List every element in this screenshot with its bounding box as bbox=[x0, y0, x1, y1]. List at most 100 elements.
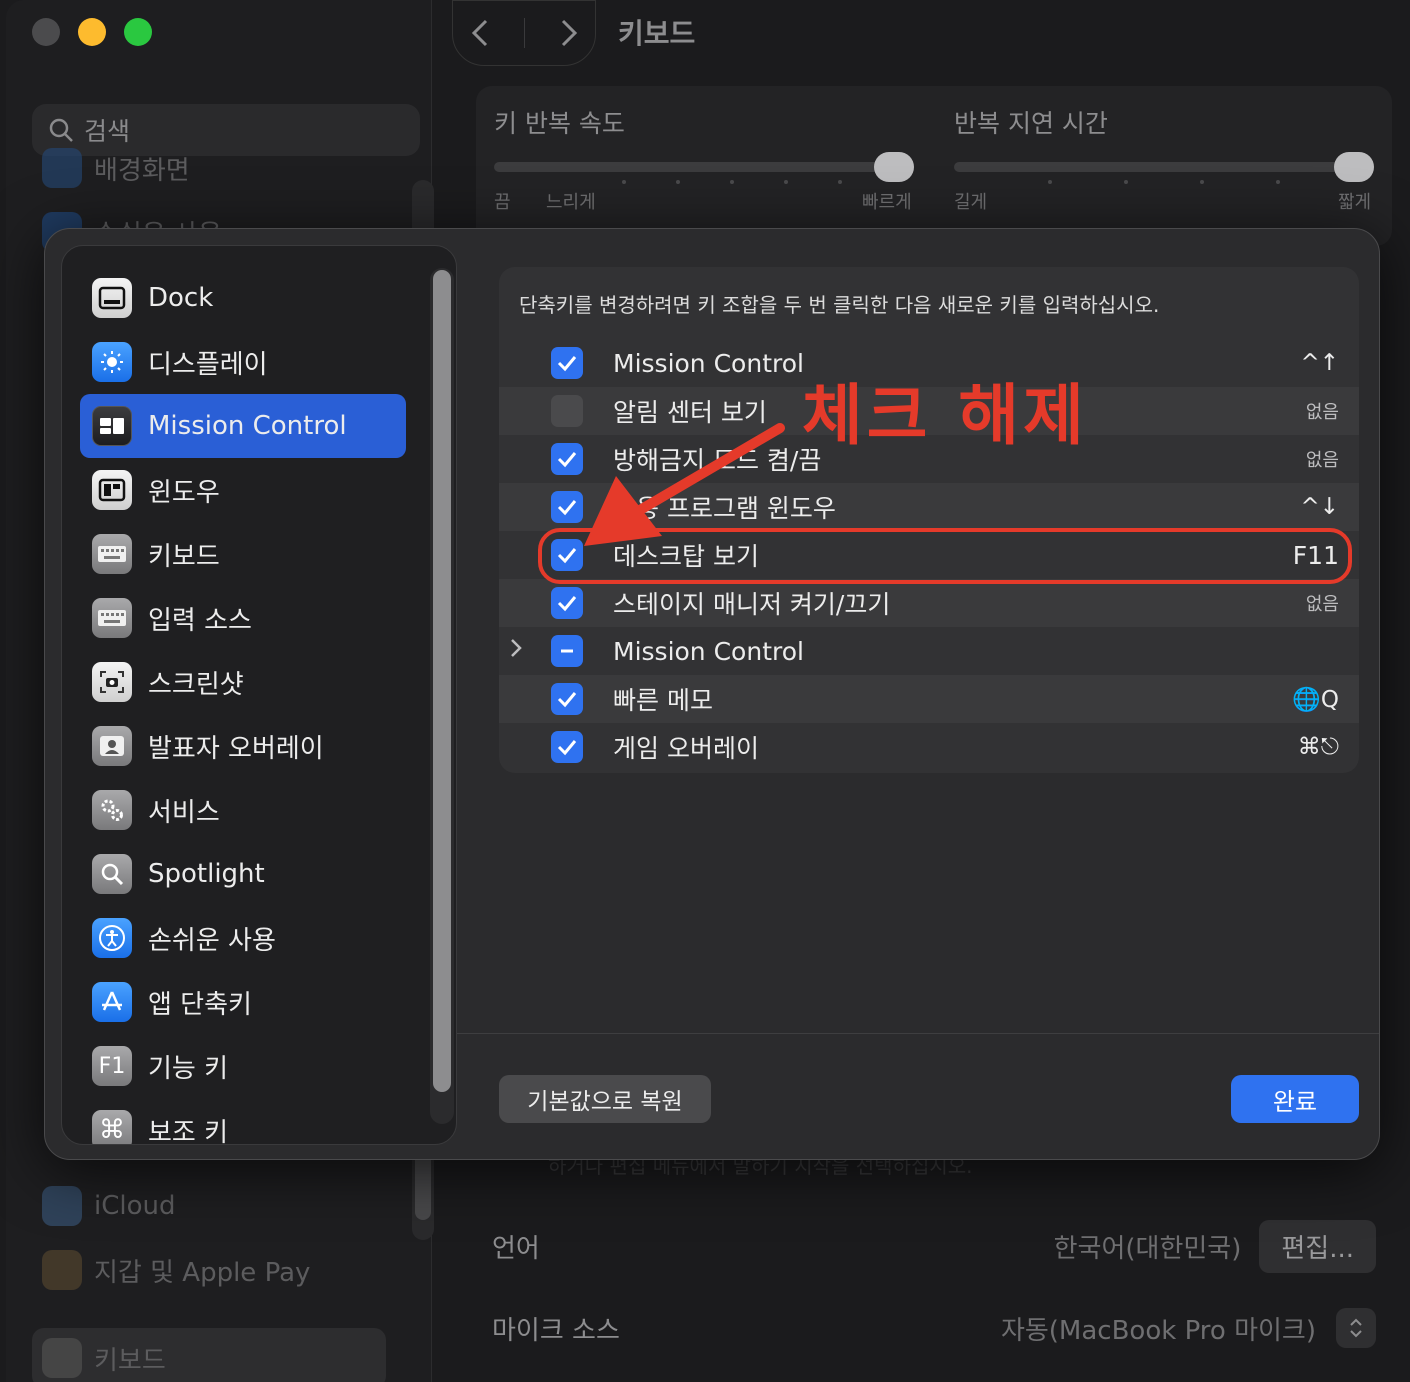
disclosure-chevron-icon[interactable] bbox=[509, 637, 523, 665]
table-row-show-desktop[interactable]: 데스크탑 보기 F11 bbox=[499, 531, 1359, 579]
category-input-sources[interactable]: 입력 소스 bbox=[80, 586, 406, 650]
key-repeat-card: 키 반복 속도 끔 느리게 빠르게 반복 지연 시간 길게 짧게 bbox=[476, 86, 1392, 246]
command-glyph: ⌘ bbox=[99, 1115, 125, 1145]
keyboard-icon bbox=[92, 534, 132, 574]
category-label: 보조 키 bbox=[148, 1117, 229, 1145]
slider-cap-slow: 느리게 bbox=[546, 192, 596, 213]
table-row[interactable]: 응용 프로그램 윈도우 ^↓ bbox=[499, 483, 1359, 531]
shortcut-key[interactable]: 없음 bbox=[1306, 590, 1339, 616]
language-value: 한국어(대한민국) bbox=[1053, 1233, 1242, 1264]
table-row[interactable]: 빠른 메모 🌐Q bbox=[499, 675, 1359, 723]
function-keys-icon: F1 bbox=[92, 1046, 132, 1086]
category-label: 스크린샷 bbox=[148, 669, 244, 700]
shortcut-key[interactable]: 없음 bbox=[1306, 446, 1339, 472]
category-label: 발표자 오버레이 bbox=[148, 733, 324, 764]
shortcut-key[interactable]: ^↑ bbox=[1300, 350, 1339, 376]
screenshot-icon bbox=[92, 662, 132, 702]
category-keyboard[interactable]: 키보드 bbox=[80, 522, 406, 586]
sidebar-item-wallpaper[interactable]: 배경화면 bbox=[42, 148, 190, 188]
category-accessibility[interactable]: 손쉬운 사용 bbox=[80, 906, 406, 970]
category-display[interactable]: 디스플레이 bbox=[80, 330, 406, 394]
shortcut-key[interactable]: F11 bbox=[1293, 541, 1339, 570]
sidebar-item-label: 키보드 bbox=[94, 1345, 166, 1376]
keyboard-icon bbox=[42, 1338, 82, 1378]
zoom-window-button[interactable] bbox=[124, 18, 152, 46]
checkmark-icon bbox=[557, 452, 577, 468]
mic-source-popup-button[interactable] bbox=[1336, 1308, 1376, 1348]
slider-cap-long: 길게 bbox=[954, 192, 988, 213]
restore-defaults-button[interactable]: 기본값으로 복원 bbox=[499, 1075, 711, 1123]
category-function-keys[interactable]: F1 기능 키 bbox=[80, 1034, 406, 1098]
dock-icon bbox=[92, 278, 132, 318]
shortcut-label: 응용 프로그램 윈도우 bbox=[613, 494, 836, 523]
scrollbar-thumb[interactable] bbox=[433, 270, 451, 1092]
category-modifier-keys[interactable]: ⌘ 보조 키 bbox=[80, 1098, 406, 1145]
repeat-delay-slider[interactable] bbox=[954, 162, 1372, 172]
checkmark-icon bbox=[557, 740, 577, 756]
category-screenshots[interactable]: 스크린샷 bbox=[80, 650, 406, 714]
checkbox-application-windows[interactable] bbox=[551, 491, 583, 523]
repeat-rate-knob[interactable] bbox=[874, 152, 914, 182]
checkbox-stage-manager[interactable] bbox=[551, 587, 583, 619]
checkbox-do-not-disturb[interactable] bbox=[551, 443, 583, 475]
shortcut-key[interactable]: ⌘⎋ bbox=[1298, 734, 1339, 760]
gear-icon bbox=[92, 790, 132, 830]
category-app-shortcuts[interactable]: 앱 단축키 bbox=[80, 970, 406, 1034]
checkmark-icon bbox=[557, 356, 577, 372]
keyboard-shortcuts-sheet: Dock 디스플레이 Mission Control 윈도우 키보드 입력 소스… bbox=[44, 228, 1380, 1160]
category-spotlight[interactable]: Spotlight bbox=[80, 842, 406, 906]
category-mission-control[interactable]: Mission Control bbox=[80, 394, 406, 458]
wallet-icon bbox=[42, 1250, 82, 1290]
category-dock[interactable]: Dock bbox=[80, 266, 406, 330]
table-row[interactable]: 게임 오버레이 ⌘⎋ bbox=[499, 723, 1359, 771]
checkmark-icon bbox=[557, 692, 577, 708]
back-chevron-icon[interactable] bbox=[469, 18, 493, 48]
search-icon bbox=[49, 118, 73, 142]
checkbox-notification-center[interactable] bbox=[551, 395, 583, 427]
table-row[interactable]: 스테이지 매니저 켜기/끄기 없음 bbox=[499, 579, 1359, 627]
presenter-overlay-icon bbox=[92, 726, 132, 766]
repeat-delay-knob[interactable] bbox=[1334, 152, 1374, 182]
category-scrollbar[interactable] bbox=[430, 268, 454, 1124]
checkbox-show-desktop[interactable] bbox=[551, 539, 583, 571]
category-label: 키보드 bbox=[148, 541, 220, 572]
sidebar-item-icloud[interactable]: iCloud bbox=[42, 1186, 176, 1226]
category-presenter-overlay[interactable]: 발표자 오버레이 bbox=[80, 714, 406, 778]
shortcut-key[interactable]: 없음 bbox=[1306, 398, 1339, 424]
slider-cap-short: 짧게 bbox=[1338, 192, 1372, 213]
checkbox-mission-control[interactable] bbox=[551, 347, 583, 379]
repeat-delay-label: 반복 지연 시간 bbox=[954, 109, 1108, 138]
repeat-rate-slider[interactable] bbox=[494, 162, 912, 172]
minimize-window-button[interactable] bbox=[78, 18, 106, 46]
close-window-button[interactable] bbox=[32, 18, 60, 46]
sidebar-item-wallet[interactable]: 지갑 및 Apple Pay bbox=[42, 1250, 310, 1290]
display-icon bbox=[92, 342, 132, 382]
forward-chevron-icon[interactable] bbox=[556, 18, 580, 48]
category-services[interactable]: 서비스 bbox=[80, 778, 406, 842]
search-placeholder: 검색 bbox=[84, 117, 131, 146]
category-label: 서비스 bbox=[148, 797, 220, 828]
slider-tick bbox=[1276, 180, 1280, 184]
done-button[interactable]: 완료 bbox=[1231, 1075, 1359, 1123]
checkbox-game-overlay[interactable] bbox=[551, 731, 583, 763]
checkbox-mission-control-group[interactable] bbox=[551, 635, 583, 667]
shortcut-label: 방해금지 모드 켬/끔 bbox=[613, 446, 822, 475]
shortcut-key[interactable]: 🌐Q bbox=[1292, 686, 1339, 713]
command-icon: ⌘ bbox=[92, 1110, 132, 1145]
checkbox-quick-note[interactable] bbox=[551, 683, 583, 715]
checkmark-icon bbox=[557, 596, 577, 612]
sidebar-item-keyboard[interactable]: 키보드 bbox=[42, 1338, 166, 1378]
slider-tick bbox=[784, 180, 788, 184]
table-row-group[interactable]: Mission Control bbox=[499, 627, 1359, 675]
shortcut-table: 단축키를 변경하려면 키 조합을 두 번 클릭한 다음 새로운 키를 입력하십시… bbox=[499, 267, 1359, 773]
slider-tick bbox=[676, 180, 680, 184]
nav-separator bbox=[523, 18, 525, 48]
slider-tick bbox=[730, 180, 734, 184]
language-edit-button[interactable]: 편집... bbox=[1259, 1219, 1376, 1273]
shortcut-label: Mission Control bbox=[613, 348, 804, 378]
shortcut-key[interactable]: ^↓ bbox=[1300, 494, 1339, 520]
f1-glyph: F1 bbox=[98, 1053, 126, 1079]
category-windows[interactable]: 윈도우 bbox=[80, 458, 406, 522]
mic-source-label: 마이크 소스 bbox=[492, 1315, 620, 1346]
repeat-rate-label: 키 반복 속도 bbox=[494, 109, 625, 138]
